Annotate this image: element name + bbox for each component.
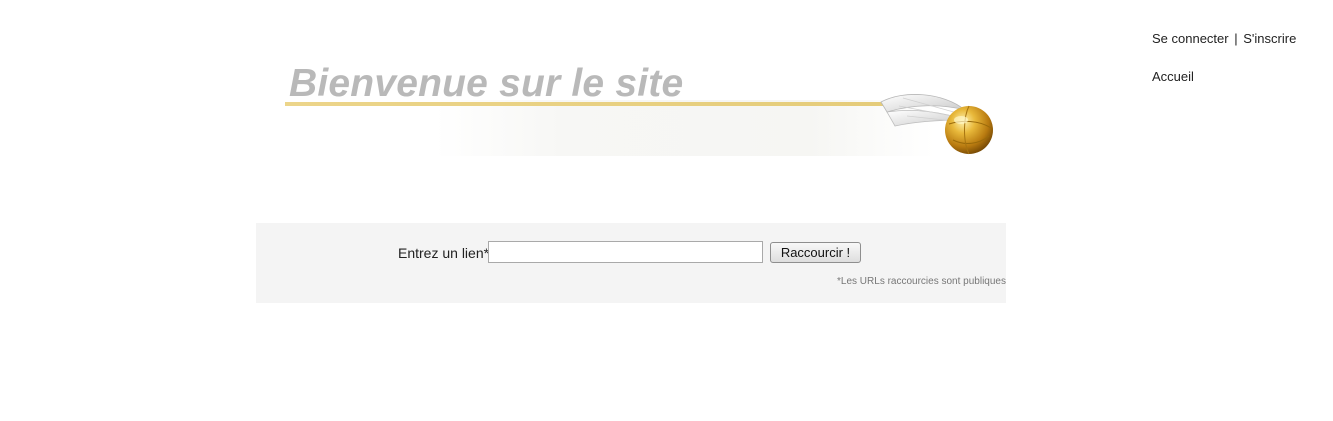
- public-urls-note: *Les URLs raccourcies sont publiques: [837, 276, 1006, 287]
- register-link[interactable]: S'inscrire: [1243, 31, 1296, 46]
- auth-links: Se connecter | S'inscrire: [1152, 31, 1296, 46]
- shorten-form: Entrez un lien* Raccourcir ! *Les URLs r…: [256, 223, 1006, 303]
- site-banner: Bienvenue sur le site: [285, 58, 995, 168]
- banner-title: Bienvenue sur le site: [289, 62, 684, 105]
- link-input[interactable]: [488, 241, 763, 263]
- home-link[interactable]: Accueil: [1152, 69, 1194, 84]
- login-link[interactable]: Se connecter: [1152, 31, 1229, 46]
- link-field-label: Entrez un lien*: [398, 245, 490, 261]
- auth-links-separator: |: [1234, 31, 1238, 46]
- shorten-button[interactable]: Raccourcir !: [770, 242, 861, 263]
- banner-background: [435, 100, 935, 156]
- golden-snitch-icon: [880, 94, 993, 155]
